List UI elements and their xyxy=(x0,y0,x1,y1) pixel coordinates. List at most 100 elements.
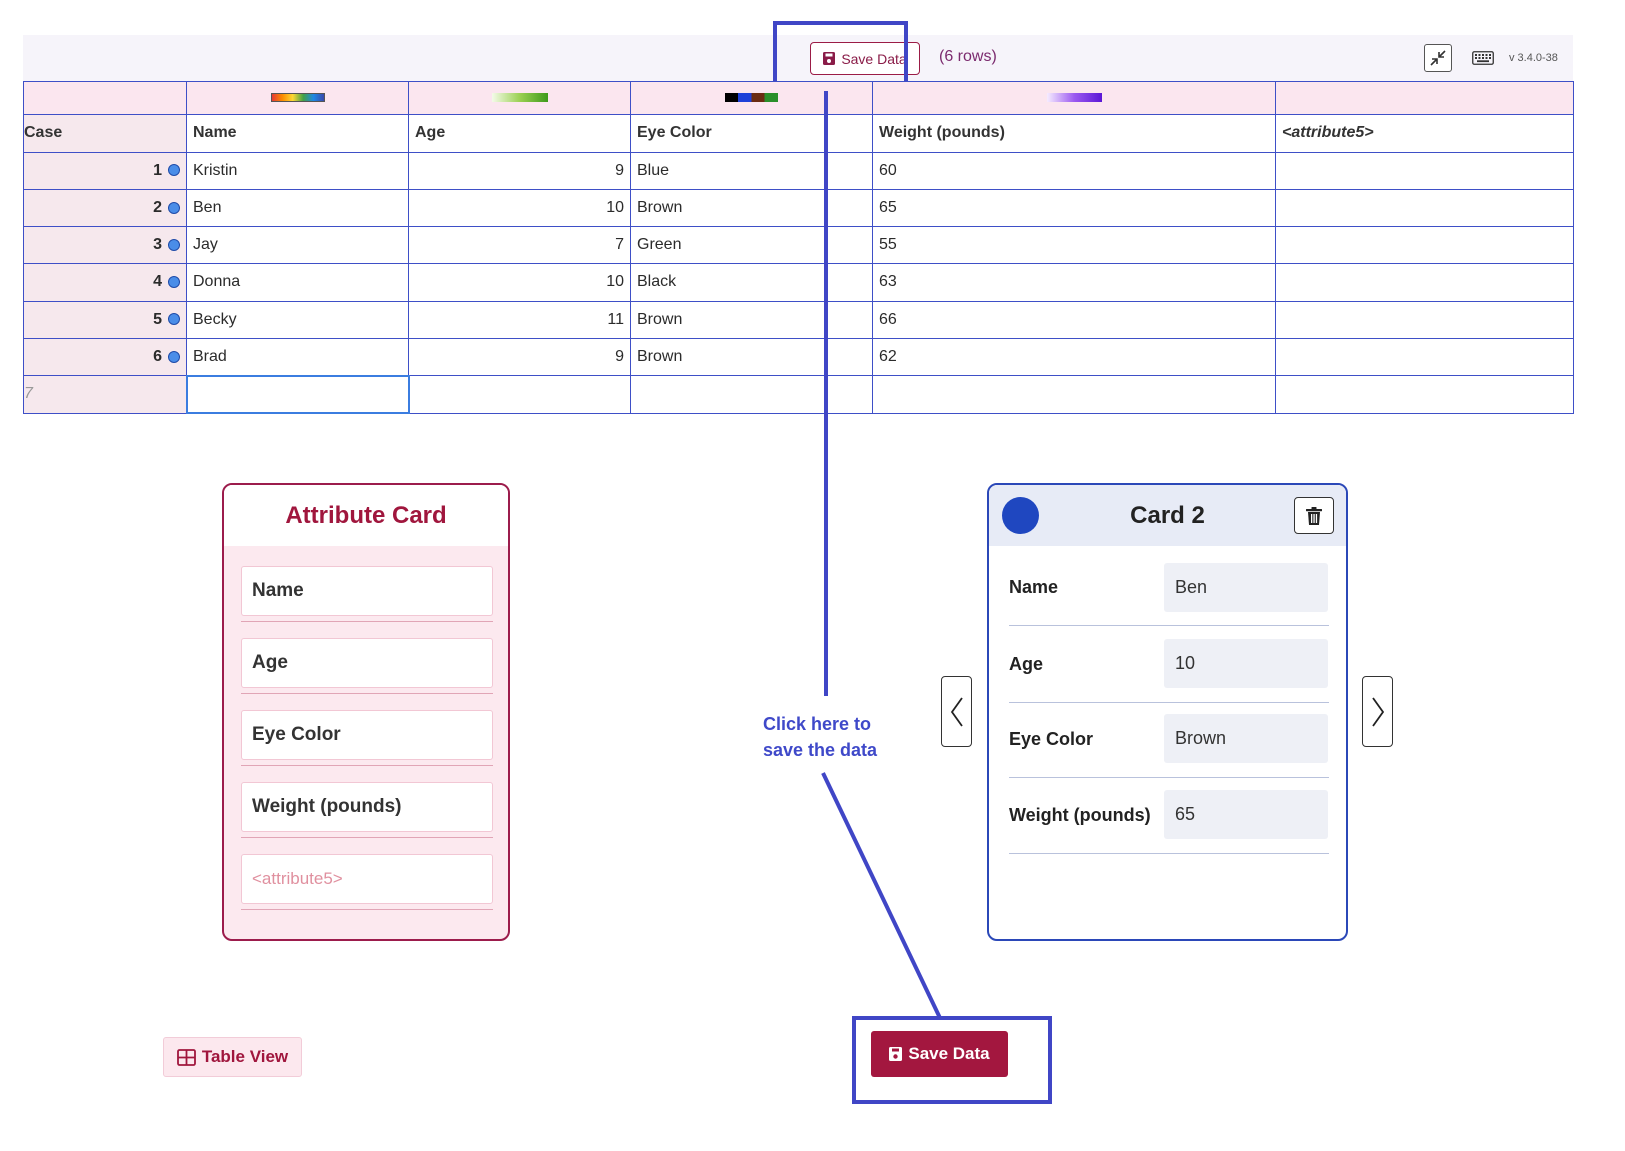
name-cell[interactable]: Ben xyxy=(186,188,409,228)
column-header-weight[interactable]: Weight (pounds) xyxy=(872,114,1276,153)
new-row-attribute5-cell[interactable] xyxy=(1275,375,1574,414)
purple-gradient-swatch xyxy=(1046,93,1102,103)
card-value-age[interactable]: 10 xyxy=(1164,639,1328,688)
swatch-cell-eye-color[interactable] xyxy=(630,80,873,116)
name-cell[interactable]: Brad xyxy=(186,337,409,377)
swatch-cell-name[interactable] xyxy=(186,80,409,116)
attribute5-cell[interactable] xyxy=(1275,337,1574,377)
card-value-eye-color[interactable]: Brown xyxy=(1164,714,1328,763)
save-data-button-bottom[interactable]: Save Data xyxy=(871,1031,1008,1077)
attribute-field-attribute5[interactable]: <attribute5> xyxy=(241,854,493,904)
keyboard-icon xyxy=(1472,51,1494,65)
age-cell[interactable]: 11 xyxy=(408,300,631,339)
case-index-cell[interactable]: 6 xyxy=(23,337,187,377)
table-row: 4 Donna 10 Black 63 xyxy=(23,263,1574,302)
name-cell[interactable]: Becky xyxy=(186,300,409,339)
card-value-weight[interactable]: 65 xyxy=(1164,790,1328,839)
weight-cell[interactable]: 65 xyxy=(872,188,1276,228)
case-table: Case Name Age Eye Color Weight (pounds) … xyxy=(23,80,1574,415)
attribute-card: Attribute Card Name Age Eye Color Weight… xyxy=(222,483,510,941)
attribute-field-eye-color[interactable]: Eye Color xyxy=(241,710,493,760)
divider xyxy=(241,621,493,622)
case-dot-icon xyxy=(168,350,180,363)
swatch-cell-weight[interactable] xyxy=(872,80,1276,116)
eye-color-cell[interactable]: Brown xyxy=(630,188,873,228)
divider xyxy=(1009,702,1329,703)
divider xyxy=(241,837,493,838)
table-row: 3 Jay 7 Green 55 xyxy=(23,226,1574,265)
record-card-header: Card 2 xyxy=(989,485,1346,546)
attribute-field-name[interactable]: Name xyxy=(241,566,493,616)
age-cell[interactable]: 10 xyxy=(408,188,631,228)
case-dot-icon xyxy=(168,313,180,326)
case-index-cell[interactable]: 4 xyxy=(23,263,187,302)
case-number: 5 xyxy=(153,310,162,328)
card-label-eye-color: Eye Color xyxy=(1009,729,1094,749)
case-dot-icon xyxy=(168,164,180,177)
age-cell[interactable]: 7 xyxy=(408,226,631,265)
header-row: Case Name Age Eye Color Weight (pounds) … xyxy=(23,114,1574,153)
case-index-cell[interactable]: 3 xyxy=(23,226,187,265)
column-header-age[interactable]: Age xyxy=(408,114,631,153)
delete-card-button[interactable] xyxy=(1294,497,1334,534)
chevron-right-icon xyxy=(1371,696,1384,727)
attribute5-cell[interactable] xyxy=(1275,300,1574,339)
attribute-field-weight[interactable]: Weight (pounds) xyxy=(241,782,493,832)
table-view-button[interactable]: Table View xyxy=(163,1037,302,1077)
table-row: 6 Brad 9 Brown 62 xyxy=(23,337,1574,377)
new-row-weight-cell[interactable] xyxy=(872,375,1276,414)
weight-cell[interactable]: 63 xyxy=(872,263,1276,302)
table-row: 5 Becky 11 Brown 66 xyxy=(23,300,1574,339)
name-cell[interactable]: Jay xyxy=(186,226,409,265)
age-cell[interactable]: 9 xyxy=(408,151,631,190)
attribute5-cell[interactable] xyxy=(1275,263,1574,302)
new-row-index[interactable]: 7 xyxy=(23,375,187,414)
card-label-age: Age xyxy=(1009,654,1044,674)
previous-card-button[interactable] xyxy=(941,676,972,747)
new-row-name-cell[interactable] xyxy=(185,374,410,415)
case-index-cell[interactable]: 1 xyxy=(23,151,187,190)
age-cell[interactable]: 10 xyxy=(408,263,631,302)
name-cell[interactable]: Kristin xyxy=(186,151,409,190)
weight-cell[interactable]: 60 xyxy=(872,151,1276,190)
annotation-line-down xyxy=(821,772,942,1019)
next-card-button[interactable] xyxy=(1362,676,1393,747)
divider xyxy=(241,909,493,910)
eye-color-cell[interactable]: Brown xyxy=(630,337,873,377)
divider xyxy=(1009,777,1329,778)
weight-cell[interactable]: 62 xyxy=(872,337,1276,377)
record-card: Card 2 Name Ben Age 10 Eye Color Brown W… xyxy=(987,483,1348,941)
keyboard-button[interactable] xyxy=(1469,44,1497,72)
eye-color-cell[interactable]: Black xyxy=(630,263,873,302)
attribute-field-age[interactable]: Age xyxy=(241,638,493,688)
case-dot-icon xyxy=(168,238,180,251)
name-cell[interactable]: Donna xyxy=(186,263,409,302)
table-row: 2 Ben 10 Brown 65 xyxy=(23,188,1574,228)
attribute5-cell[interactable] xyxy=(1275,226,1574,265)
weight-cell[interactable]: 66 xyxy=(872,300,1276,339)
case-number: 6 xyxy=(153,347,162,365)
version-label: v 3.4.0-38 xyxy=(1509,52,1558,64)
new-row-age-cell[interactable] xyxy=(408,375,631,414)
eye-color-cell[interactable]: Blue xyxy=(630,151,873,190)
swatch-cell-attribute5[interactable] xyxy=(1275,80,1574,116)
rainbow-swatch xyxy=(270,93,325,103)
divider xyxy=(1009,625,1329,626)
case-header[interactable]: Case xyxy=(23,114,187,153)
column-header-eye-color[interactable]: Eye Color xyxy=(630,114,873,153)
collapse-button[interactable] xyxy=(1424,44,1452,72)
weight-cell[interactable]: 55 xyxy=(872,226,1276,265)
swatch-cell-age[interactable] xyxy=(408,80,631,116)
attribute5-cell[interactable] xyxy=(1275,188,1574,228)
card-value-name[interactable]: Ben xyxy=(1164,563,1328,612)
age-cell[interactable]: 9 xyxy=(408,337,631,377)
eye-color-cell[interactable]: Brown xyxy=(630,300,873,339)
column-header-name[interactable]: Name xyxy=(186,114,409,153)
new-row-eye-color-cell[interactable] xyxy=(630,375,873,414)
green-gradient-swatch xyxy=(491,93,548,103)
eye-color-cell[interactable]: Green xyxy=(630,226,873,265)
attribute5-cell[interactable] xyxy=(1275,151,1574,190)
column-header-attribute5[interactable]: <attribute5> xyxy=(1275,114,1574,153)
case-index-cell[interactable]: 5 xyxy=(23,300,187,339)
case-index-cell[interactable]: 2 xyxy=(23,188,187,228)
